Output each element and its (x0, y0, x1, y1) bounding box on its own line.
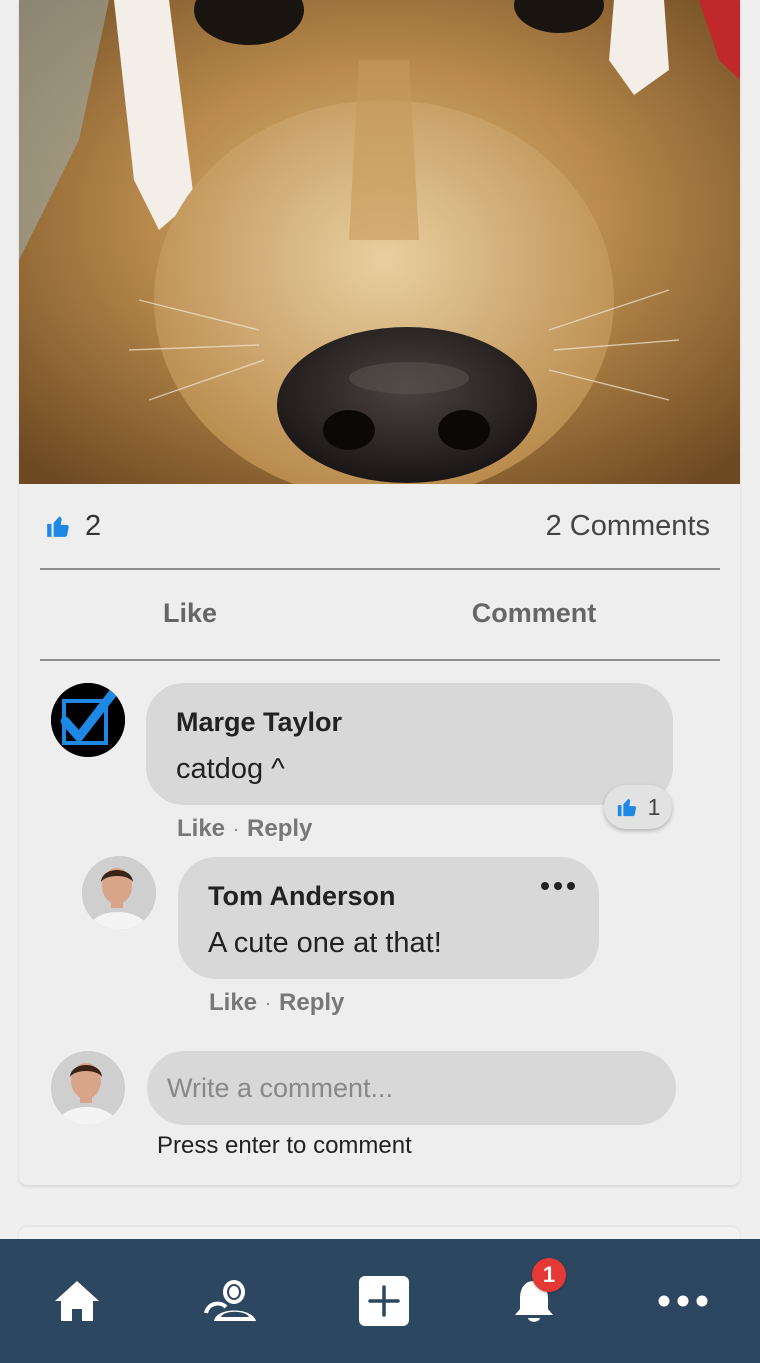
home-icon (55, 1281, 99, 1321)
nav-notifications[interactable] (484, 1239, 584, 1363)
comment-reply-link[interactable]: Reply (247, 815, 312, 843)
stats-divider (40, 568, 720, 570)
thumbs-up-icon (617, 798, 636, 817)
comment-text: catdog ^ (176, 753, 285, 785)
separator-dot: · (265, 992, 272, 1013)
comment-like-link[interactable]: Like (209, 989, 257, 1017)
like-count: 2 (85, 509, 102, 542)
add-post-icon (359, 1276, 409, 1326)
comment-reaction-count[interactable]: 1 (604, 785, 672, 829)
comment-author[interactable]: Marge Taylor (176, 707, 342, 738)
comment-input[interactable] (147, 1051, 676, 1125)
comment-reply-link[interactable]: Reply (279, 989, 344, 1017)
comment-text: A cute one at that! (208, 927, 442, 959)
nav-more[interactable] (633, 1239, 733, 1363)
checkmark-avatar-image (51, 683, 125, 757)
more-icon (658, 1295, 708, 1307)
current-user-avatar (51, 1051, 125, 1125)
profile-photo-image (51, 1051, 125, 1125)
comment-actions-marge: Like · Reply (177, 815, 312, 843)
nav-friends[interactable] (181, 1239, 281, 1363)
bottom-navigation (0, 1239, 760, 1363)
comment-bubble-marge: Marge Taylor catdog ^ (146, 683, 673, 805)
post-photo[interactable] (19, 0, 740, 484)
avatar-tom-anderson[interactable] (82, 856, 156, 930)
more-options-icon[interactable] (540, 881, 576, 891)
post-stats-row: 2 2 Comments (19, 484, 740, 568)
nav-home[interactable] (27, 1239, 127, 1363)
comment-bubble-tom: Tom Anderson A cute one at that! (178, 857, 599, 979)
comment-button[interactable]: Comment (389, 580, 679, 646)
thumbs-up-icon (47, 516, 69, 537)
dog-photo-image (19, 0, 740, 484)
like-button[interactable]: Like (40, 580, 340, 646)
comment-hint: Press enter to comment (157, 1132, 412, 1159)
comment-actions-tom: Like · Reply (209, 989, 344, 1017)
friends-icon (204, 1280, 256, 1321)
nav-add-post[interactable] (334, 1239, 434, 1363)
post-card: 2 2 Comments Like Comment Marge Taylor c… (19, 0, 740, 1185)
avatar-marge-taylor[interactable] (51, 683, 125, 757)
like-summary[interactable]: 2 (45, 508, 101, 544)
comment-like-link[interactable]: Like (177, 815, 225, 843)
actions-divider (40, 659, 720, 661)
comment-author[interactable]: Tom Anderson (208, 881, 396, 912)
comment-count-link[interactable]: 2 Comments (546, 510, 710, 543)
profile-photo-image (82, 856, 156, 930)
reaction-count: 1 (647, 793, 661, 820)
separator-dot: · (233, 818, 240, 839)
notification-badge: 1 (532, 1258, 566, 1292)
